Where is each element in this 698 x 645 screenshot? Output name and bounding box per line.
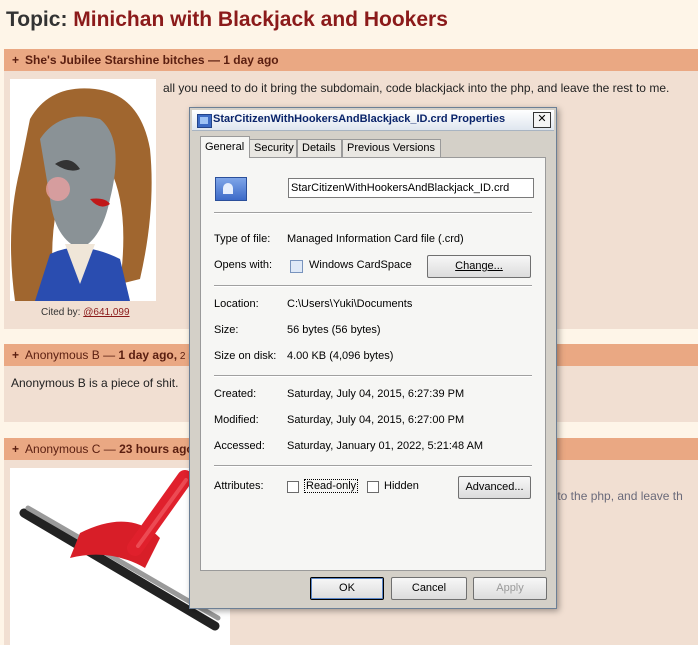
location-value: C:\Users\Yuki\Documents (287, 298, 413, 310)
post-image[interactable] (10, 79, 156, 301)
avatar-image (10, 79, 156, 301)
expand-icon[interactable]: + (12, 442, 19, 456)
location-label: Location: (214, 298, 259, 310)
change-button-label: Change... (455, 260, 503, 272)
divider (214, 285, 532, 287)
divider (214, 465, 532, 467)
readonly-label[interactable]: Read-only (304, 479, 359, 493)
cited-label: Cited by: (41, 307, 84, 318)
post-author: Anonymous B (25, 348, 100, 362)
post-author: She's Jubilee Starshine bitches (25, 53, 205, 67)
card-file-icon (197, 114, 212, 128)
topic-name: Minichan with Blackjack and Hookers (73, 8, 448, 31)
accessed-label: Accessed: (214, 440, 265, 452)
type-value: Managed Information Card file (.crd) (287, 233, 464, 245)
hidden-label[interactable]: Hidden (384, 480, 419, 492)
tab-previous-versions[interactable]: Previous Versions (342, 139, 441, 157)
ok-button[interactable]: OK (310, 577, 384, 600)
expand-icon[interactable]: + (12, 348, 19, 362)
apply-button[interactable]: Apply (473, 577, 547, 600)
post-header: + She's Jubilee Starshine bitches — 1 day… (4, 49, 698, 71)
size-label: Size: (214, 324, 239, 336)
dialog-title: StarCitizenWithHookersAndBlackjack_ID.cr… (213, 113, 506, 125)
close-button[interactable]: ✕ (533, 112, 551, 128)
post-separator: — (100, 442, 120, 456)
cited-by: Cited by: @641,099 (41, 307, 130, 318)
post-text: Anonymous B is a piece of shit. (11, 376, 179, 390)
accessed-value: Saturday, January 01, 2022, 5:21:48 AM (287, 440, 484, 452)
properties-dialog: StarCitizenWithHookersAndBlackjack_ID.cr… (189, 107, 557, 609)
tab-security[interactable]: Security (249, 139, 297, 157)
type-label: Type of file: (214, 233, 271, 245)
size-on-disk-label: Size on disk: (214, 350, 277, 362)
readonly-checkbox[interactable] (287, 481, 299, 493)
page-title: Topic: Minichan with Blackjack and Hooke… (6, 8, 448, 32)
attributes-label: Attributes: (214, 480, 264, 492)
post-author: Anonymous C (25, 442, 101, 456)
modified-value: Saturday, July 04, 2015, 6:27:00 PM (287, 414, 465, 426)
post-time: 23 hours ago (119, 442, 194, 456)
size-value: 56 bytes (56 bytes) (287, 324, 381, 336)
change-button[interactable]: Change... (427, 255, 531, 278)
cardspace-icon (290, 260, 303, 273)
readonly-label-text: Read-only (304, 479, 359, 493)
expand-icon[interactable]: + (12, 53, 19, 67)
post-separator: — (204, 53, 224, 67)
divider (214, 375, 532, 377)
advanced-button-label: Advanced... (465, 481, 524, 493)
created-value: Saturday, July 04, 2015, 6:27:39 PM (287, 388, 465, 400)
post-text: into the php, and leave th (548, 489, 683, 503)
post-time: 1 day ago, (118, 348, 178, 362)
cancel-button[interactable]: Cancel (391, 577, 467, 600)
general-panel: StarCitizenWithHookersAndBlackjack_ID.cr… (200, 157, 546, 571)
filename-input[interactable]: StarCitizenWithHookersAndBlackjack_ID.cr… (288, 178, 534, 198)
hidden-checkbox[interactable] (367, 481, 379, 493)
divider (214, 212, 532, 214)
tab-general[interactable]: General (200, 136, 250, 158)
post-text: all you need to do it bring the subdomai… (163, 81, 670, 95)
advanced-button[interactable]: Advanced... (458, 476, 531, 499)
opens-with-label: Opens with: (214, 259, 273, 271)
cited-link[interactable]: @641,099 (83, 307, 129, 318)
close-icon: ✕ (537, 113, 547, 125)
modified-label: Modified: (214, 414, 259, 426)
tab-details[interactable]: Details (297, 139, 342, 157)
created-label: Created: (214, 388, 257, 400)
size-on-disk-value: 4.00 KB (4,096 bytes) (287, 350, 394, 362)
card-file-icon (215, 177, 247, 201)
topic-prefix: Topic: (6, 8, 74, 31)
post-separator: — (99, 348, 119, 362)
post-time: 1 day ago (223, 53, 279, 67)
dialog-titlebar[interactable]: StarCitizenWithHookersAndBlackjack_ID.cr… (192, 110, 554, 131)
opens-with-value: Windows CardSpace (309, 259, 412, 271)
